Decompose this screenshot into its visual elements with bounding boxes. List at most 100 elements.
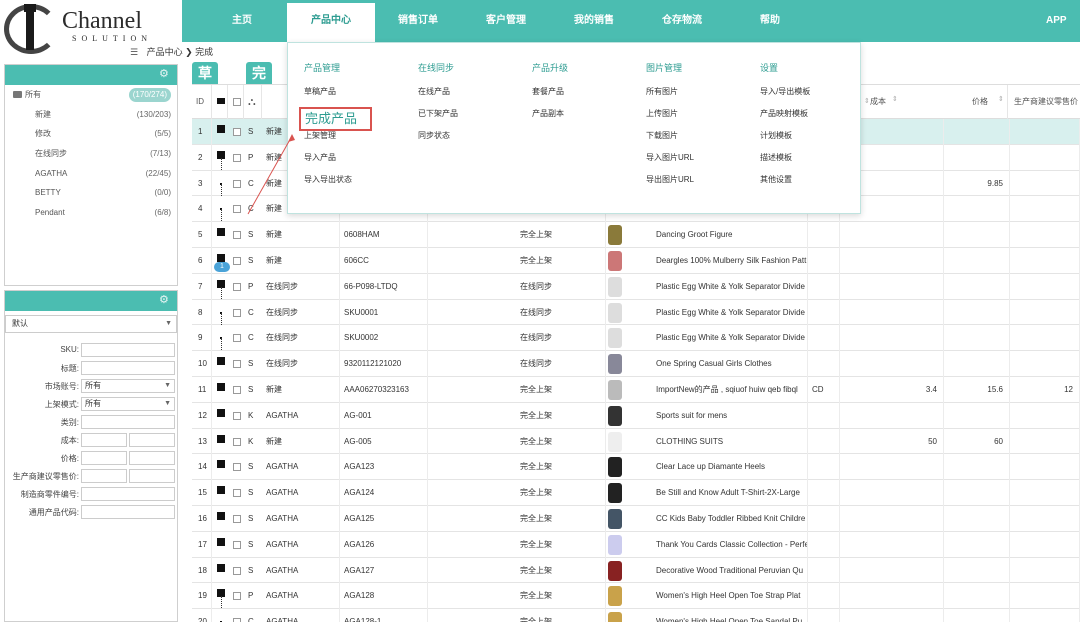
table-row[interactable]: S 17 AGATHA AGA126 完全上架 Thank You Cards Class… bbox=[192, 531, 1080, 558]
cell-title[interactable]: Thank You Cards Classic Collection - Per… bbox=[654, 531, 808, 558]
product-thumbnail[interactable] bbox=[608, 276, 622, 297]
row-checkbox[interactable] bbox=[233, 334, 241, 343]
menu-item-schedule-templates[interactable]: 计划模板 bbox=[760, 125, 810, 147]
cell-title[interactable]: CC Kids Baby Toddler Ribbed Knit Childre bbox=[654, 506, 808, 532]
cell-title[interactable]: CLOTHING SUITS bbox=[654, 428, 808, 455]
cell-title[interactable]: ImportNew的产品 , sqiuof huiw qeb fibql bbox=[654, 377, 808, 403]
product-thumbnail[interactable] bbox=[608, 612, 622, 622]
product-thumbnail[interactable] bbox=[608, 586, 622, 607]
row-checkbox[interactable] bbox=[233, 437, 241, 446]
col-header-tree[interactable]: ⛬ bbox=[246, 85, 262, 119]
gear-icon[interactable]: ⚙ bbox=[159, 68, 171, 80]
row-checkbox[interactable] bbox=[233, 231, 241, 240]
product-thumbnail[interactable] bbox=[608, 302, 622, 323]
cost-min-input[interactable] bbox=[81, 433, 127, 447]
table-row[interactable]: S 5 新建 0608HAM 完全上架 Dancing Groot Figure bbox=[192, 222, 1080, 248]
row-checkbox[interactable] bbox=[233, 618, 241, 622]
menu-item-import-export-templates[interactable]: 导入/导出模板 bbox=[760, 81, 810, 103]
product-thumbnail[interactable] bbox=[608, 251, 622, 271]
tree-item-agatha[interactable]: AGATHA (22/45) bbox=[5, 164, 177, 184]
menu-item-bundle-products[interactable]: 套餐产品 bbox=[532, 81, 568, 103]
tree-item-all[interactable]: 所有 (170/274) bbox=[5, 85, 177, 105]
cell-title[interactable]: Plastic Egg White & Yolk Separator Divid… bbox=[654, 299, 808, 326]
mpn-input[interactable] bbox=[81, 487, 175, 501]
sort-icon[interactable]: ⇕ bbox=[892, 85, 898, 115]
table-row[interactable]: C 9 在线同步 SKU0002 在线同步 Plastic Egg White & Yol… bbox=[192, 325, 1080, 353]
cell-title[interactable]: Deargles 100% Mulberry Silk Fashion Patt bbox=[654, 248, 808, 274]
menu-item-upload-images[interactable]: 上传图片 bbox=[646, 103, 694, 125]
msrp-max-input[interactable] bbox=[129, 469, 175, 483]
table-row[interactable]: S 15 AGATHA AGA124 完全上架 Be Still and Know Adu… bbox=[192, 480, 1080, 506]
cell-title[interactable]: Women's High Heel Open Toe Sandal Pu bbox=[654, 609, 808, 622]
col-header-price[interactable]: 价格 ⇕ bbox=[902, 85, 1008, 119]
product-thumbnail[interactable] bbox=[608, 560, 622, 581]
table-row[interactable]: P 7 在线同步 66-P098-LTDQ 在线同步 Plastic Egg White … bbox=[192, 273, 1080, 301]
menu-item-import-export-status[interactable]: 导入导出状态 bbox=[304, 169, 352, 191]
menu-item-import-products[interactable]: 导入产品 bbox=[304, 147, 352, 169]
cell-title[interactable]: One Spring Casual Girls Clothes bbox=[654, 351, 808, 377]
tree-item-betty[interactable]: BETTY (0/0) bbox=[5, 183, 177, 203]
nav-sales-orders[interactable]: 销售订单 bbox=[398, 0, 438, 42]
sort-icon[interactable]: ⇕ bbox=[998, 85, 1004, 115]
row-checkbox[interactable] bbox=[233, 566, 241, 575]
cost-max-input[interactable] bbox=[129, 433, 175, 447]
menu-item-delisted-products[interactable]: 已下架产品 bbox=[418, 103, 458, 125]
tree-item-pendant[interactable]: Pendant (6/8) bbox=[5, 203, 177, 223]
nav-customer-management[interactable]: 客户管理 bbox=[486, 0, 526, 42]
cell-title[interactable]: Be Still and Know Adult T-Shirt-2X-Large bbox=[654, 480, 808, 506]
menu-item-export-image-url[interactable]: 导出图片URL bbox=[646, 169, 694, 191]
cell-title[interactable]: Dancing Groot Figure bbox=[654, 222, 808, 248]
menu-item-sync-status[interactable]: 同步状态 bbox=[418, 125, 458, 147]
cell-title[interactable]: Decorative Wood Traditional Peruvian Qu bbox=[654, 557, 808, 584]
nav-help[interactable]: 帮助 bbox=[760, 0, 780, 42]
tab-draft[interactable]: 草稿 bbox=[192, 62, 218, 103]
nav-app[interactable]: APP bbox=[1046, 0, 1067, 42]
cell-title[interactable]: Plastic Egg White & Yolk Separator Divid… bbox=[654, 325, 808, 352]
gear-icon[interactable]: ⚙ bbox=[159, 294, 171, 306]
sort-icon[interactable]: ⇕ bbox=[864, 85, 870, 119]
col-header-msrp[interactable]: 生产商建议零售价 bbox=[1010, 85, 1080, 119]
table-row[interactable]: K 13 新建 AG-005 完全上架 CLOTHING SUITS 50 60 bbox=[192, 428, 1080, 455]
menu-item-other-settings[interactable]: 其他设置 bbox=[760, 169, 810, 191]
row-checkbox[interactable] bbox=[233, 411, 241, 420]
nav-warehouse-logistics[interactable]: 仓存物流 bbox=[662, 0, 702, 42]
select-all-checkbox[interactable] bbox=[233, 98, 241, 106]
table-row[interactable]: S 11 新建 AAA06270323163 完全上架 ImportNew的产品 , sq… bbox=[192, 377, 1080, 403]
msrp-min-input[interactable] bbox=[81, 469, 127, 483]
listing-mode-select[interactable]: 所有 ▼ bbox=[81, 397, 175, 411]
tree-item-online-sync[interactable]: 在线同步 (7/13) bbox=[5, 144, 177, 164]
market-account-select[interactable]: 所有 ▼ bbox=[81, 379, 175, 393]
menu-item-all-images[interactable]: 所有图片 bbox=[646, 81, 694, 103]
tab-complete[interactable]: 完成 bbox=[246, 62, 272, 103]
row-checkbox[interactable] bbox=[233, 282, 241, 291]
table-row[interactable]: S 18 AGATHA AGA127 完全上架 Decorative Wood Tradi… bbox=[192, 557, 1080, 584]
menu-item-online-products[interactable]: 在线产品 bbox=[418, 81, 458, 103]
menu-item-complete-products[interactable]: 完成产品 bbox=[299, 107, 372, 131]
table-row[interactable]: S 14 AGATHA AGA123 完全上架 Clear Lace up Diamant… bbox=[192, 454, 1080, 481]
tree-item-modified[interactable]: 修改 (5/5) bbox=[5, 124, 177, 144]
tree-item-new[interactable]: 新建 (130/203) bbox=[5, 105, 177, 125]
row-checkbox[interactable] bbox=[233, 592, 241, 601]
row-checkbox[interactable] bbox=[233, 463, 241, 472]
menu-item-draft-products[interactable]: 草稿产品 bbox=[304, 81, 352, 103]
row-checkbox[interactable] bbox=[233, 257, 241, 265]
row-checkbox[interactable] bbox=[233, 360, 241, 369]
price-min-input[interactable] bbox=[81, 451, 127, 465]
nav-product-center[interactable]: 产品中心 bbox=[287, 3, 375, 42]
menu-item-download-images[interactable]: 下载图片 bbox=[646, 125, 694, 147]
product-thumbnail[interactable] bbox=[608, 405, 622, 426]
table-row[interactable]: C 20 AGATHA AGA128-1 完全上架 Women's High Heel O… bbox=[192, 609, 1080, 622]
table-row[interactable]: K 12 AGATHA AG-001 完全上架 Sports suit for mens bbox=[192, 402, 1080, 429]
product-thumbnail[interactable] bbox=[608, 380, 622, 400]
menu-item-product-mapping-templates[interactable]: 产品映射模板 bbox=[760, 103, 810, 125]
table-row[interactable]: S 16 AGATHA AGA125 完全上架 CC Kids Baby Toddler … bbox=[192, 506, 1080, 532]
cell-title[interactable]: Women's High Heel Open Toe Strap Plat bbox=[654, 583, 808, 610]
row-checkbox[interactable] bbox=[233, 308, 241, 317]
menu-item-import-image-url[interactable]: 导入图片URL bbox=[646, 147, 694, 169]
product-thumbnail[interactable] bbox=[608, 354, 622, 375]
nav-home[interactable]: 主页 bbox=[232, 0, 252, 42]
breadcrumb-root[interactable]: 产品中心 bbox=[147, 47, 183, 57]
cell-title[interactable]: Plastic Egg White & Yolk Separator Divid… bbox=[654, 273, 808, 300]
sku-input[interactable] bbox=[81, 343, 175, 357]
menu-icon[interactable]: ☰ bbox=[130, 44, 138, 60]
